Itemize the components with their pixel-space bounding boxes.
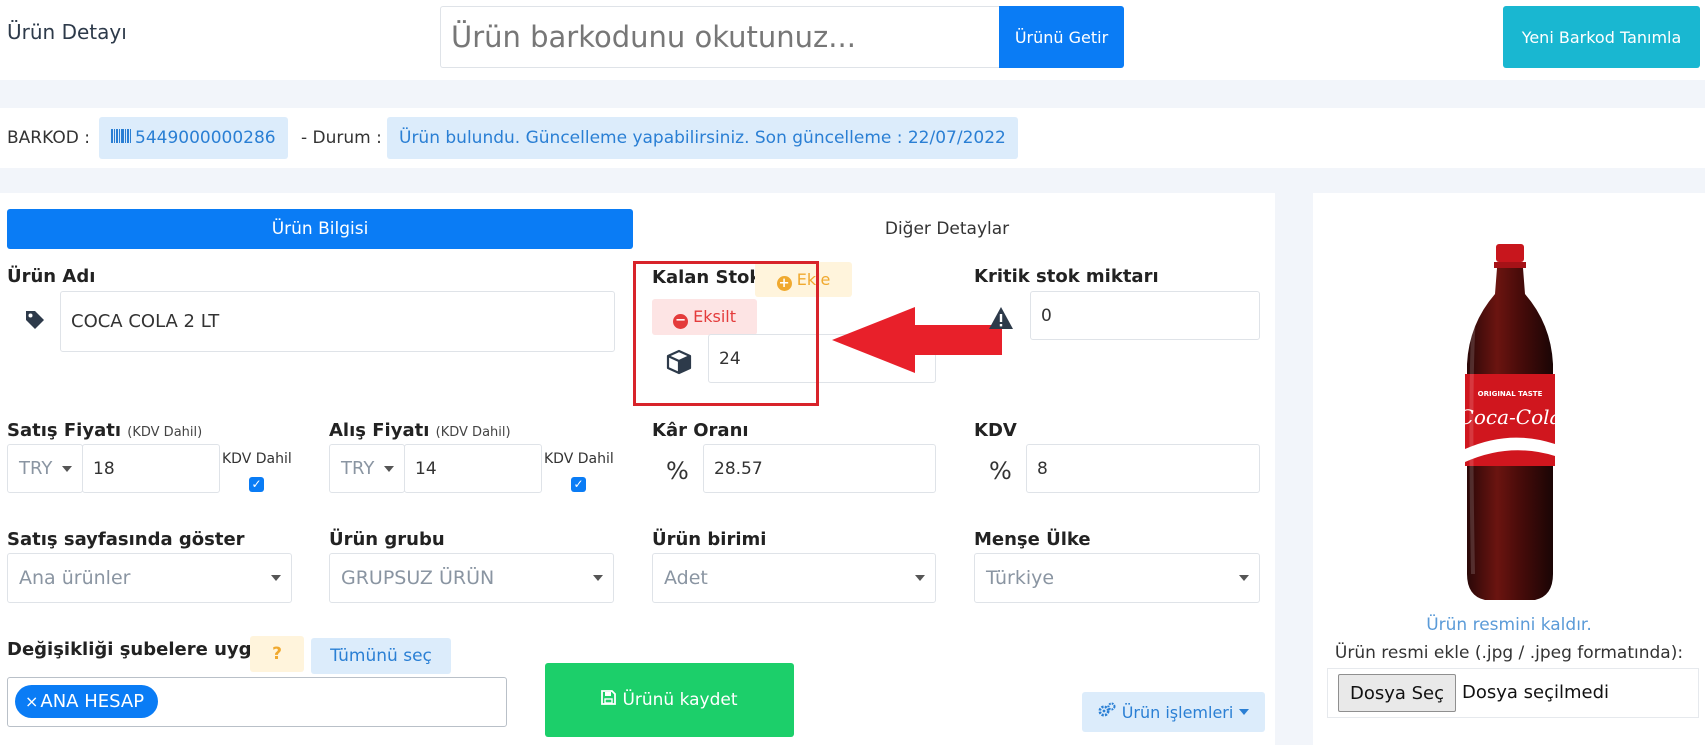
annotation-arrow-icon [832, 307, 1002, 373]
chevron-down-icon [593, 575, 603, 581]
chevron-down-icon [271, 575, 281, 581]
vat-label: KDV [974, 420, 1017, 441]
new-barcode-button[interactable]: Yeni Barkod Tanımla [1503, 6, 1700, 68]
state-message-badge: Ürün bulundu. Güncelleme yapabilirsiniz.… [387, 117, 1018, 159]
profit-rate-label: Kâr Oranı [652, 420, 749, 441]
chevron-down-icon [62, 465, 72, 472]
bottle-brand: Coca-Cola [1459, 405, 1562, 429]
origin-country-label: Menşe Ülke [974, 529, 1091, 550]
product-operations-label: Ürün işlemleri [1121, 702, 1234, 722]
barcode-label: BARKOD : [7, 128, 90, 148]
critical-stock-label: Kritik stok miktarı [974, 266, 1159, 287]
help-button[interactable]: ? [250, 636, 304, 672]
save-product-label: Ürünü kaydet [622, 690, 738, 710]
purchase-price-sublabel: (KDV Dahil) [435, 425, 511, 440]
percent-icon: % [666, 457, 689, 485]
purchase-vat-included-checkbox[interactable]: ✓ [571, 477, 586, 492]
chevron-down-icon [1239, 575, 1249, 581]
product-unit-select[interactable]: Adet [652, 553, 936, 603]
product-group-label: Ürün grubu [329, 529, 445, 550]
sale-price-sublabel: (KDV Dahil) [127, 425, 203, 440]
purchase-vat-included-label: KDV Dahil [544, 451, 614, 467]
save-product-button[interactable]: Ürünü kaydet [545, 663, 794, 737]
apply-to-branches-label: Değişikliği şubelere uygula [7, 639, 283, 660]
product-name-label: Ürün Adı [7, 266, 96, 287]
origin-country-select[interactable]: Türkiye [974, 553, 1260, 603]
sale-currency-select[interactable]: TRY [7, 444, 83, 493]
close-icon[interactable]: × [25, 692, 38, 711]
save-icon [601, 690, 617, 710]
bottle-tagline: ORIGINAL TASTE [1478, 390, 1543, 398]
sale-price-label: Satış Fiyatı (KDV Dahil) [7, 420, 203, 441]
fetch-product-button[interactable]: Ürünü Getir [999, 6, 1124, 68]
remove-image-link[interactable]: Ürün resmini kaldır. [1313, 615, 1705, 635]
show-on-sales-page-select[interactable]: Ana ürünler [7, 553, 292, 603]
select-all-branches-button[interactable]: Tümünü seç [311, 638, 451, 674]
tag-icon [18, 303, 52, 337]
profit-rate-input[interactable] [703, 444, 936, 493]
sale-vat-included-checkbox[interactable]: ✓ [249, 477, 264, 492]
barcode-badge: 5449000000286 [99, 117, 288, 159]
chevron-down-icon [915, 575, 925, 581]
page-title: Ürün Detayı [7, 20, 127, 44]
product-name-input[interactable] [60, 291, 615, 352]
percent-icon: % [989, 457, 1012, 485]
tab-product-info[interactable]: Ürün Bilgisi [7, 209, 633, 249]
barcode-search-input[interactable] [440, 6, 999, 68]
sale-price-input[interactable] [82, 444, 220, 493]
critical-stock-input[interactable] [1030, 291, 1260, 340]
show-on-sales-page-label: Satış sayfasında göster [7, 529, 245, 550]
product-operations-button[interactable]: Ürün işlemleri [1082, 692, 1265, 732]
vat-input[interactable] [1026, 444, 1260, 493]
state-label: - Durum : [301, 128, 382, 148]
tab-other-details[interactable]: Diğer Detaylar [634, 209, 1260, 249]
purchase-price-input[interactable] [404, 444, 542, 493]
purchase-price-label: Alış Fiyatı (KDV Dahil) [329, 420, 511, 441]
warning-icon [986, 301, 1016, 335]
product-unit-label: Ürün birimi [652, 529, 767, 550]
product-group-select[interactable]: GRUPSUZ ÜRÜN [329, 553, 614, 603]
branch-chip-label: ANA HESAP [40, 691, 145, 712]
barcode-icon [111, 117, 131, 159]
branch-chip[interactable]: × ANA HESAP [15, 685, 159, 718]
choose-file-button[interactable]: Dosya Seç [1338, 674, 1456, 712]
purchase-currency-select[interactable]: TRY [329, 444, 405, 493]
add-image-label: Ürün resmi ekle (.jpg / .jpeg formatında… [1334, 643, 1684, 663]
product-image: ORIGINAL TASTE Coca-Cola [1459, 244, 1562, 600]
sale-vat-included-label: KDV Dahil [222, 451, 292, 467]
caret-down-icon [1239, 709, 1250, 715]
chevron-down-icon [384, 465, 394, 472]
barcode-value: 5449000000286 [135, 128, 276, 148]
gears-icon [1098, 702, 1116, 722]
file-status-text: Dosya seçilmedi [1462, 682, 1610, 703]
annotation-highlight-box [633, 261, 819, 406]
